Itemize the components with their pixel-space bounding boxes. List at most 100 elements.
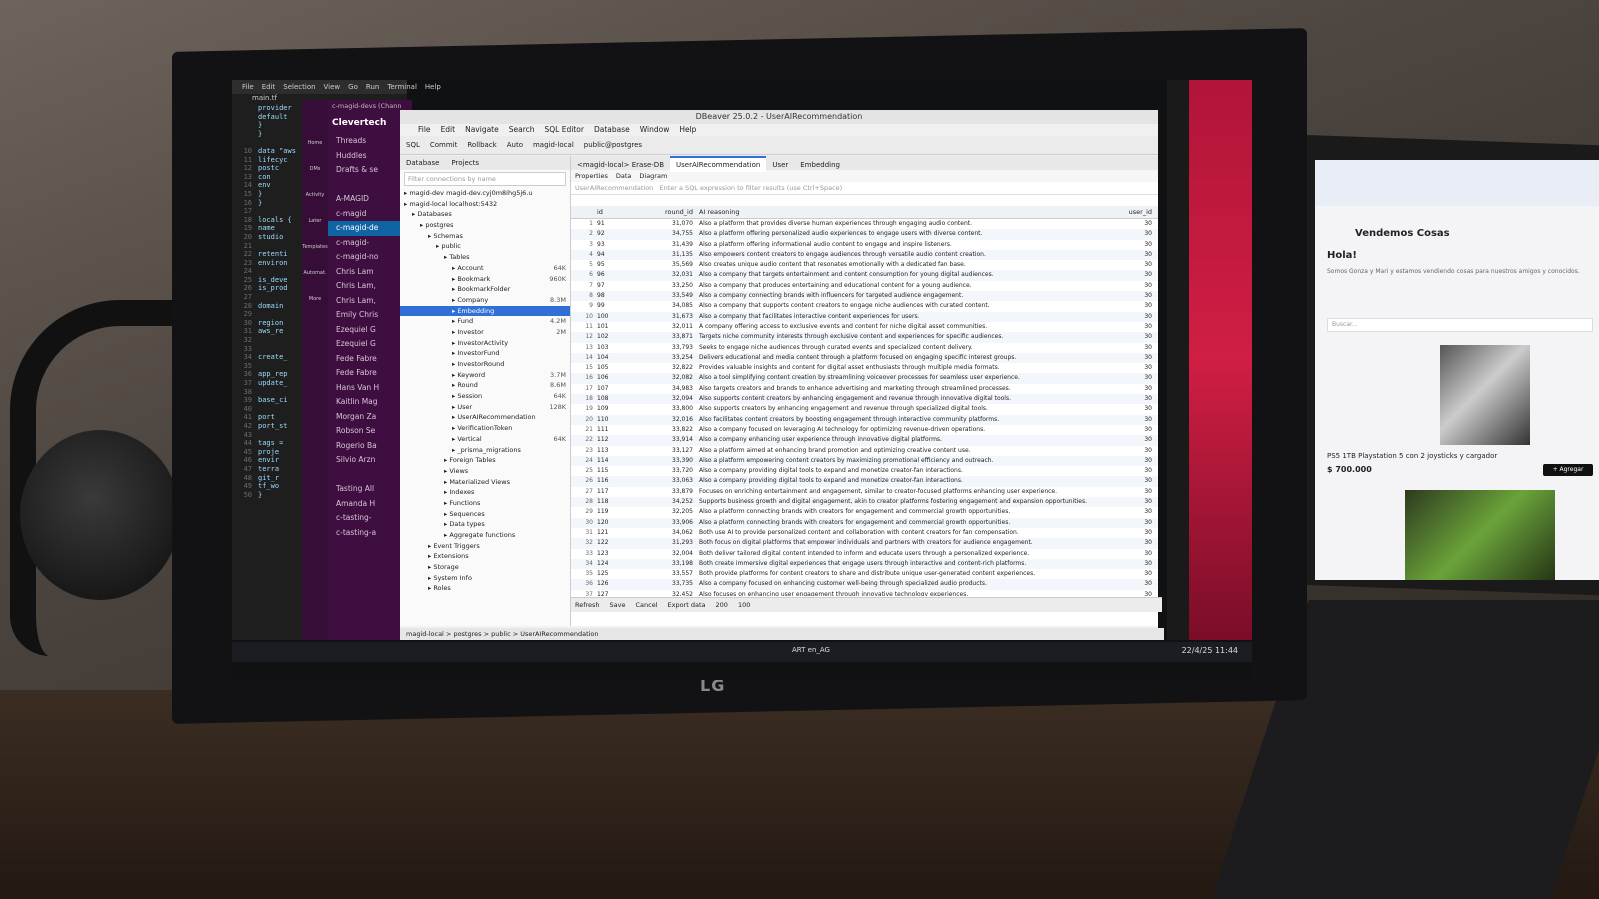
connection-filter-input[interactable]: Filter connections by name: [404, 172, 566, 186]
column-header-user-id[interactable]: user_id: [1097, 206, 1158, 218]
tree-item[interactable]: ▸ Functions: [400, 498, 570, 509]
table-row[interactable]: 24 114 33,390 Also a platform empowering co…: [571, 455, 1158, 467]
cell-round-id[interactable]: 32,082: [635, 373, 699, 383]
cell-reasoning[interactable]: Also a platform aimed at enhancing brand…: [699, 446, 1097, 456]
cell-reasoning[interactable]: Also a company that produces entertainin…: [699, 281, 1097, 291]
tree-item[interactable]: ▸ _prisma_migrations: [400, 445, 570, 456]
rail-item[interactable]: Home: [302, 140, 328, 146]
cell-id[interactable]: 111: [597, 425, 635, 435]
cell-id[interactable]: 119: [597, 507, 635, 517]
cell-reasoning[interactable]: Delivers educational and media content t…: [699, 353, 1097, 363]
table-row[interactable]: 3 93 31,439 Also a platform offering inform…: [571, 240, 1158, 250]
table-row[interactable]: 20 110 32,016 Also facilitates content crea…: [571, 414, 1158, 425]
table-row[interactable]: 30 120 33,906 Also a platform connecting br…: [571, 517, 1158, 528]
cell-user-id[interactable]: 30: [1097, 312, 1158, 322]
tree-item[interactable]: ▸ User 128K: [400, 402, 570, 413]
tree-item[interactable]: ▸ Embedding: [400, 305, 570, 317]
menu-item[interactable]: File: [418, 125, 431, 134]
cell-id[interactable]: 122: [597, 538, 635, 548]
cell-user-id[interactable]: 30: [1097, 425, 1158, 435]
sql-filter-bar[interactable]: UserAIRecommendation Enter a SQL express…: [571, 182, 1158, 195]
cell-id[interactable]: 117: [597, 487, 635, 497]
tree-item[interactable]: ▸ Fund 4.2M: [400, 316, 570, 327]
cell-user-id[interactable]: 30: [1097, 250, 1158, 260]
status-control[interactable]: Refresh: [575, 601, 600, 609]
cell-id[interactable]: 115: [597, 466, 635, 476]
cell-round-id[interactable]: 34,085: [635, 301, 699, 311]
cell-id[interactable]: 125: [597, 569, 635, 579]
menu-item[interactable]: Help: [679, 125, 696, 134]
cell-reasoning[interactable]: Also creates unique audio content that r…: [699, 260, 1097, 270]
cell-user-id[interactable]: 30: [1097, 291, 1158, 301]
cell-id[interactable]: 114: [597, 456, 635, 466]
table-row[interactable]: 15 105 32,822 Provides valuable insights an…: [571, 363, 1158, 373]
cell-user-id[interactable]: 30: [1097, 590, 1158, 596]
cell-reasoning[interactable]: A company offering access to exclusive e…: [699, 322, 1097, 332]
cell-user-id[interactable]: 30: [1097, 569, 1158, 579]
cell-user-id[interactable]: 30: [1097, 518, 1158, 528]
cell-user-id[interactable]: 30: [1097, 322, 1158, 332]
menu-item[interactable]: Window: [640, 125, 670, 134]
cell-round-id[interactable]: 32,011: [635, 322, 699, 332]
cell-reasoning[interactable]: Also a company providing digital tools t…: [699, 466, 1097, 476]
cell-round-id[interactable]: 31,070: [635, 219, 699, 229]
tree-item[interactable]: ▸ Tables: [400, 252, 570, 263]
cell-user-id[interactable]: 30: [1097, 219, 1158, 229]
table-row[interactable]: 11 101 32,011 A company offering access to …: [571, 322, 1158, 332]
table-row[interactable]: 9 99 34,085 Also a company that supports co…: [571, 301, 1158, 311]
cell-round-id[interactable]: 31,439: [635, 240, 699, 250]
cell-user-id[interactable]: 30: [1097, 301, 1158, 311]
cell-reasoning[interactable]: Also a company that targets entertainmen…: [699, 270, 1097, 280]
cell-user-id[interactable]: 30: [1097, 281, 1158, 291]
tree-item[interactable]: ▸ Keyword 3.7M: [400, 370, 570, 381]
menu-item[interactable]: Terminal: [387, 83, 417, 91]
menu-item[interactable]: Database: [594, 125, 630, 134]
cell-round-id[interactable]: 33,914: [635, 435, 699, 445]
table-row[interactable]: 12 102 33,871 Targets niche community inter…: [571, 332, 1158, 343]
tree-item[interactable]: ▸ InvestorActivity: [400, 338, 570, 349]
tree-item[interactable]: ▸ Session 64K: [400, 391, 570, 402]
table-row[interactable]: 6 96 32,031 Also a company that targets ent…: [571, 270, 1158, 281]
cell-reasoning[interactable]: Also a platform connecting brands with c…: [699, 518, 1097, 528]
table-row[interactable]: 36 126 33,735 Also a company focused on enh…: [571, 579, 1158, 590]
cell-user-id[interactable]: 30: [1097, 549, 1158, 559]
cell-user-id[interactable]: 30: [1097, 343, 1158, 353]
cell-reasoning[interactable]: Also a platform offering personalized au…: [699, 229, 1097, 239]
cell-round-id[interactable]: 33,871: [635, 332, 699, 342]
menu-item[interactable]: File: [242, 83, 254, 91]
tree-item[interactable]: ▸ BookmarkFolder: [400, 284, 570, 295]
product-image[interactable]: [1405, 490, 1555, 580]
cell-round-id[interactable]: 32,016: [635, 415, 699, 425]
status-control[interactable]: Save: [610, 601, 626, 609]
cell-reasoning[interactable]: Also targets creators and brands to enha…: [699, 384, 1097, 394]
add-to-cart-button[interactable]: + Agregar: [1543, 464, 1593, 476]
table-row[interactable]: 19 109 33,800 Also supports creators by enh…: [571, 404, 1158, 414]
table-row[interactable]: 16 106 32,082 Also a tool simplifying conte…: [571, 373, 1158, 384]
cell-round-id[interactable]: 34,755: [635, 229, 699, 239]
cell-round-id[interactable]: 33,390: [635, 456, 699, 466]
cell-round-id[interactable]: 33,198: [635, 559, 699, 569]
tree-item[interactable]: ▸ Schemas: [400, 231, 570, 242]
cell-id[interactable]: 121: [597, 528, 635, 538]
toolbar-button[interactable]: magid-local: [533, 141, 574, 149]
rail-item[interactable]: DMs: [302, 166, 328, 172]
table-row[interactable]: 22 112 33,914 Also a company enhancing user…: [571, 435, 1158, 446]
table-row[interactable]: 1 91 31,070 Also a platform that provides d…: [571, 219, 1158, 229]
tree-item[interactable]: ▸ Databases: [400, 209, 570, 220]
menu-item[interactable]: Run: [366, 83, 379, 91]
menu-item[interactable]: Go: [348, 83, 358, 91]
cell-round-id[interactable]: 33,557: [635, 569, 699, 579]
toolbar-button[interactable]: Commit: [430, 141, 458, 149]
menu-item[interactable]: SQL Editor: [545, 125, 584, 134]
cell-id[interactable]: 92: [597, 229, 635, 239]
status-control[interactable]: 100: [738, 601, 750, 609]
cell-reasoning[interactable]: Also supports creators by enhancing enga…: [699, 404, 1097, 414]
table-row[interactable]: 27 117 33,879 Focuses on enriching entertai…: [571, 487, 1158, 497]
tree-item[interactable]: ▸ InvestorFund: [400, 348, 570, 359]
tree-item[interactable]: ▸ Investor 2M: [400, 327, 570, 338]
cell-user-id[interactable]: 30: [1097, 579, 1158, 589]
cell-id[interactable]: 123: [597, 549, 635, 559]
cell-reasoning[interactable]: Both focus on digital platforms that emp…: [699, 538, 1097, 548]
table-row[interactable]: 25 115 33,720 Also a company providing digi…: [571, 466, 1158, 476]
cell-reasoning[interactable]: Also a company focused on enhancing cust…: [699, 579, 1097, 589]
